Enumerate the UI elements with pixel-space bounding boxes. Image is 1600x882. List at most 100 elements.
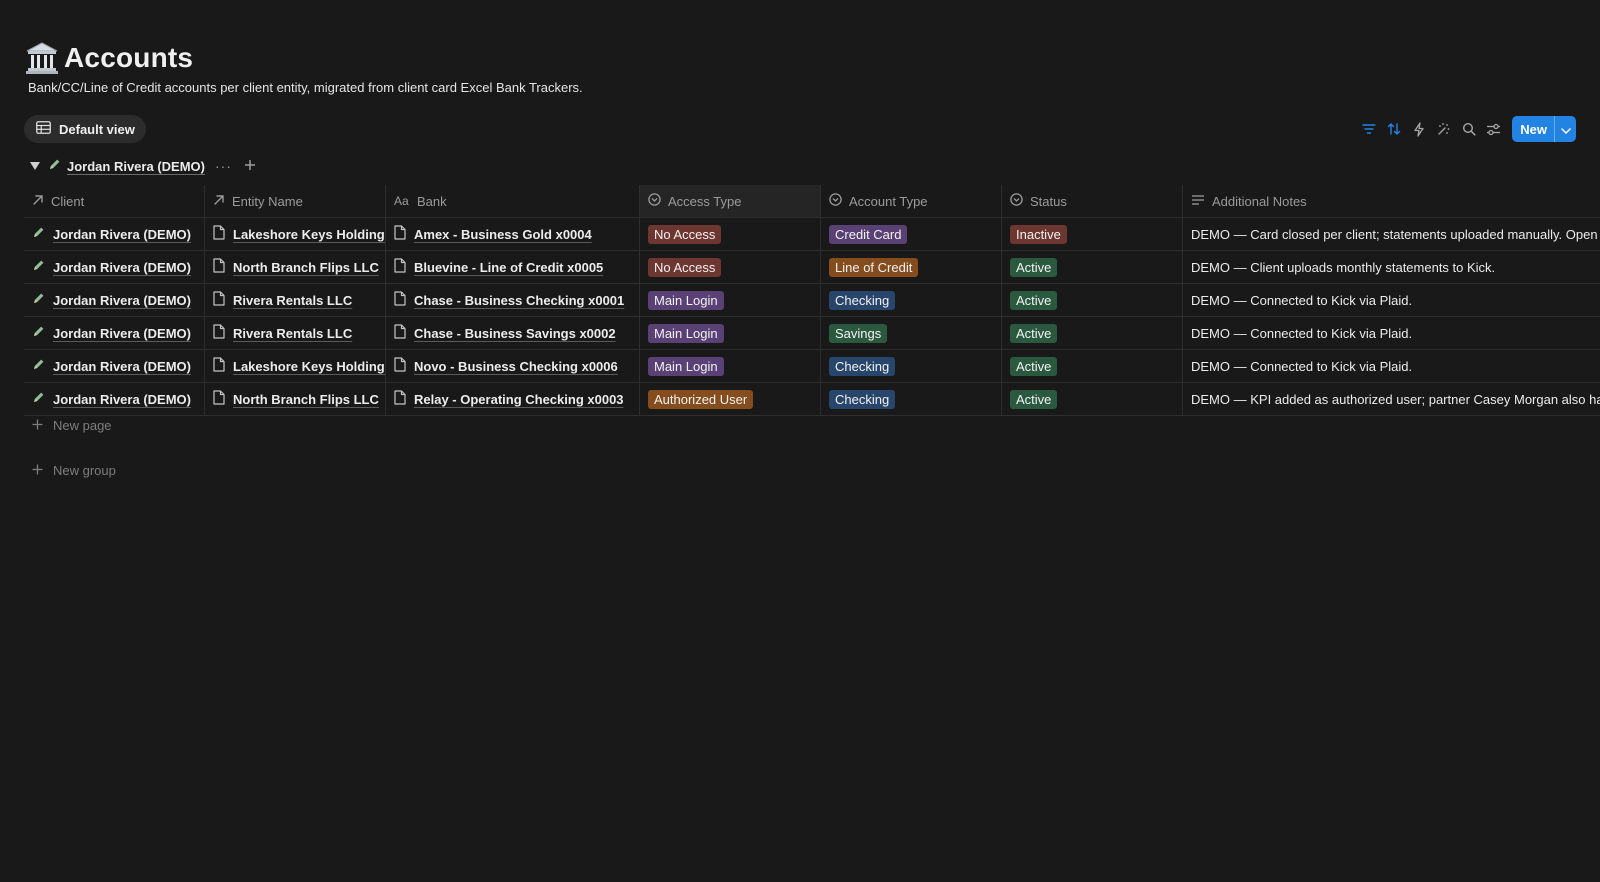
column-header-client[interactable]: Client	[24, 185, 205, 217]
client-link[interactable]: Jordan Rivera (DEMO)	[53, 260, 191, 275]
status-tag: Inactive	[1010, 224, 1067, 244]
bank-cell[interactable]: Bluevine - Line of Credit x0005	[386, 251, 640, 283]
entity-link[interactable]: Rivera Rentals LLC	[233, 293, 352, 308]
bank-cell[interactable]: Chase - Business Savings x0002	[386, 317, 640, 349]
notes-cell[interactable]: DEMO — Card closed per client; statement…	[1183, 218, 1600, 250]
entity-link[interactable]: Lakeshore Keys Holdings LLC	[233, 227, 385, 242]
account-type-tag: Line of Credit	[829, 257, 919, 277]
page-icon	[394, 258, 406, 276]
new-group-label: New group	[53, 463, 116, 478]
account-type-cell[interactable]: Checking	[821, 350, 1002, 382]
new-group-button[interactable]: New group	[32, 463, 116, 478]
column-header-label: Status	[1030, 193, 1067, 209]
new-dropdown-button[interactable]	[1554, 116, 1576, 142]
column-header-entity[interactable]: Entity Name	[205, 185, 386, 217]
account-type-cell[interactable]: Savings	[821, 317, 1002, 349]
bank-title-link[interactable]: Chase - Business Savings x0002	[414, 326, 616, 341]
bank-building-icon[interactable]	[24, 40, 60, 76]
automation-icon[interactable]	[1406, 116, 1431, 142]
access-type-cell[interactable]: Main Login	[640, 350, 821, 382]
notes-cell[interactable]: DEMO — Connected to Kick via Plaid.	[1183, 317, 1600, 349]
notes-cell[interactable]: DEMO — Client uploads monthly statements…	[1183, 251, 1600, 283]
access-type-tag: No Access	[648, 257, 722, 277]
bank-title-link[interactable]: Bluevine - Line of Credit x0005	[414, 260, 603, 275]
access-type-cell[interactable]: Main Login	[640, 317, 821, 349]
client-cell[interactable]: Jordan Rivera (DEMO)	[24, 251, 205, 283]
client-cell[interactable]: Jordan Rivera (DEMO)	[24, 284, 205, 316]
access-type-cell[interactable]: Main Login	[640, 284, 821, 316]
account-type-tag: Checking	[829, 356, 896, 376]
notes-cell[interactable]: DEMO — KPI added as authorized user; par…	[1183, 383, 1600, 415]
svg-text:Aa: Aa	[394, 194, 409, 206]
access-type-cell[interactable]: No Access	[640, 251, 821, 283]
account-type-cell[interactable]: Credit Card	[821, 218, 1002, 250]
search-icon[interactable]	[1456, 116, 1481, 142]
client-link[interactable]: Jordan Rivera (DEMO)	[53, 227, 191, 242]
client-cell[interactable]: Jordan Rivera (DEMO)	[24, 383, 205, 415]
bank-cell[interactable]: Chase - Business Checking x0001	[386, 284, 640, 316]
client-link[interactable]: Jordan Rivera (DEMO)	[53, 359, 191, 374]
access-type-cell[interactable]: No Access	[640, 218, 821, 250]
client-link[interactable]: Jordan Rivera (DEMO)	[53, 293, 191, 308]
view-settings-icon[interactable]	[1481, 116, 1506, 142]
entity-cell[interactable]: North Branch Flips LLC	[205, 383, 386, 415]
bank-title-link[interactable]: Relay - Operating Checking x0003	[414, 392, 624, 407]
default-view-tab[interactable]: Default view	[24, 115, 146, 143]
access-type-cell[interactable]: Authorized User	[640, 383, 821, 415]
collapse-triangle-icon[interactable]	[28, 159, 42, 173]
page-description[interactable]: Bank/CC/Line of Credit accounts per clie…	[28, 80, 583, 95]
column-header-account-type[interactable]: Account Type	[821, 185, 1002, 217]
page-title[interactable]: Accounts	[64, 42, 193, 74]
column-header-notes[interactable]: Additional Notes	[1183, 185, 1600, 217]
column-header-bank[interactable]: Aa Bank	[386, 185, 640, 217]
page-icon	[213, 324, 225, 342]
entity-link[interactable]: North Branch Flips LLC	[233, 260, 379, 275]
table-row: Jordan Rivera (DEMO) Rivera Rentals LLC Ch…	[24, 317, 1600, 350]
bank-cell[interactable]: Novo - Business Checking x0006	[386, 350, 640, 382]
notes-cell[interactable]: DEMO — Connected to Kick via Plaid.	[1183, 284, 1600, 316]
account-type-cell[interactable]: Checking	[821, 383, 1002, 415]
filter-icon[interactable]	[1356, 116, 1381, 142]
new-button[interactable]: New	[1512, 116, 1554, 142]
status-cell[interactable]: Inactive	[1002, 218, 1183, 250]
entity-cell[interactable]: Rivera Rentals LLC	[205, 317, 386, 349]
database-toolbar: New	[1356, 116, 1576, 142]
add-icon[interactable]	[244, 158, 256, 174]
group-header: Jordan Rivera (DEMO) ···	[28, 155, 256, 177]
group-title[interactable]: Jordan Rivera (DEMO)	[67, 159, 205, 174]
status-cell[interactable]: Active	[1002, 251, 1183, 283]
ai-sparkle-icon[interactable]	[1431, 116, 1456, 142]
status-cell[interactable]: Active	[1002, 317, 1183, 349]
new-page-button[interactable]: New page	[32, 418, 112, 433]
pencil-icon	[32, 226, 45, 242]
page-icon	[394, 225, 406, 243]
entity-cell[interactable]: Rivera Rentals LLC	[205, 284, 386, 316]
client-link[interactable]: Jordan Rivera (DEMO)	[53, 392, 191, 407]
column-header-access[interactable]: Access Type	[640, 185, 821, 217]
entity-cell[interactable]: North Branch Flips LLC	[205, 251, 386, 283]
client-cell[interactable]: Jordan Rivera (DEMO)	[24, 350, 205, 382]
status-cell[interactable]: Active	[1002, 284, 1183, 316]
client-cell[interactable]: Jordan Rivera (DEMO)	[24, 218, 205, 250]
client-link[interactable]: Jordan Rivera (DEMO)	[53, 326, 191, 341]
status-cell[interactable]: Active	[1002, 350, 1183, 382]
bank-title-link[interactable]: Novo - Business Checking x0006	[414, 359, 618, 374]
bank-cell[interactable]: Relay - Operating Checking x0003	[386, 383, 640, 415]
entity-cell[interactable]: Lakeshore Keys Holdings LLC	[205, 218, 386, 250]
entity-cell[interactable]: Lakeshore Keys Holdings LLC	[205, 350, 386, 382]
bank-title-link[interactable]: Amex - Business Gold x0004	[414, 227, 592, 242]
notes-cell[interactable]: DEMO — Connected to Kick via Plaid.	[1183, 350, 1600, 382]
client-cell[interactable]: Jordan Rivera (DEMO)	[24, 317, 205, 349]
status-cell[interactable]: Active	[1002, 383, 1183, 415]
select-icon	[829, 193, 842, 209]
entity-link[interactable]: North Branch Flips LLC	[233, 392, 379, 407]
account-type-cell[interactable]: Line of Credit	[821, 251, 1002, 283]
bank-cell[interactable]: Amex - Business Gold x0004	[386, 218, 640, 250]
entity-link[interactable]: Lakeshore Keys Holdings LLC	[233, 359, 385, 374]
sort-icon[interactable]	[1381, 116, 1406, 142]
account-type-cell[interactable]: Checking	[821, 284, 1002, 316]
bank-title-link[interactable]: Chase - Business Checking x0001	[414, 293, 624, 308]
column-header-status[interactable]: Status	[1002, 185, 1183, 217]
entity-link[interactable]: Rivera Rentals LLC	[233, 326, 352, 341]
more-options-icon[interactable]: ···	[215, 158, 232, 174]
